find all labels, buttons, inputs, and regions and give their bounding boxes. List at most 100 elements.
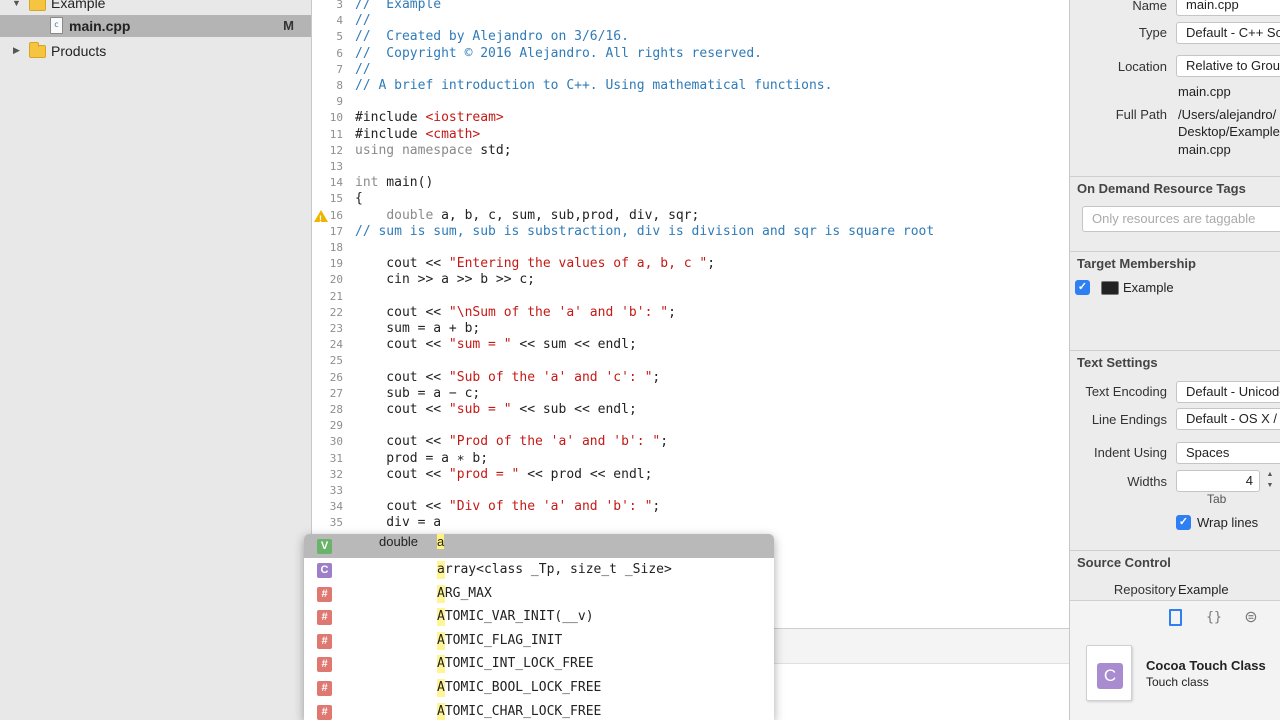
name-label: Name <box>1132 0 1167 13</box>
line-number: 22 <box>329 305 343 319</box>
target-checkbox[interactable]: ✓ <box>1075 280 1090 295</box>
completion-item-name: array<class _Tp, size_t _Size> <box>437 562 672 577</box>
macro-badge-icon: # <box>317 657 332 673</box>
code-line[interactable]: 10 #include <iostream> <box>313 110 1069 126</box>
target-membership-section-title: Target Membership <box>1070 251 1280 275</box>
code-completion-popup[interactable]: V double a Carray<class _Tp, size_t _Siz… <box>304 534 774 720</box>
class-badge-icon: C <box>317 563 332 578</box>
line-endings-popup[interactable]: Default - OS X / Unix (LF) <box>1176 408 1280 430</box>
project-navigator: ▼ Example main.cpp M ▶ Products <box>0 0 312 720</box>
code-line[interactable]: 33 <box>313 483 1069 499</box>
completion-header: V double a <box>304 534 774 558</box>
code-line[interactable]: 26 cout << "Sub of the 'a' and 'c': "; <box>313 370 1069 386</box>
completion-item[interactable]: # ATOMIC_CHAR_LOCK_FREE <box>304 700 774 720</box>
code-line[interactable]: 5 // Created by Alejandro on 3/6/16. <box>313 29 1069 45</box>
code-line[interactable]: 7 // <box>313 62 1069 78</box>
line-number: 21 <box>329 289 343 303</box>
location-popup[interactable]: Relative to Group <box>1176 55 1280 77</box>
code-line[interactable]: 16 double a, b, c, sum, sub,prod, div, s… <box>313 208 1069 227</box>
code-line[interactable]: 22 cout << "\nSum of the 'a' and 'b': "; <box>313 305 1069 321</box>
completion-item[interactable]: Carray<class _Tp, size_t _Size> <box>304 558 774 582</box>
code-text: prod = a ∗ b; <box>355 450 489 466</box>
nav-item-example-group[interactable]: ▼ Example <box>0 0 311 15</box>
completion-item-name: ATOMIC_CHAR_LOCK_FREE <box>437 703 602 719</box>
line-number: 8 <box>336 79 343 92</box>
code-text: // <box>355 13 371 29</box>
completion-item[interactable]: # ARG_MAX <box>304 582 774 606</box>
code-line[interactable]: 12 using namespace std; <box>313 143 1069 159</box>
line-number: 30 <box>329 435 343 449</box>
text-encoding-popup[interactable]: Default - Unicode (UTF-8) <box>1176 381 1280 403</box>
nav-item-products-group[interactable]: ▶ Products <box>0 40 311 62</box>
completion-item-name: ARG_MAX <box>437 585 492 601</box>
line-number: 14 <box>329 176 343 190</box>
line-number: 29 <box>329 419 343 433</box>
line-number: 34 <box>329 500 343 514</box>
class-badge-icon: C <box>1097 663 1123 689</box>
line-number: 9 <box>336 95 343 109</box>
wrap-lines-label: Wrap lines <box>1197 515 1259 530</box>
completion-item[interactable]: # ATOMIC_BOOL_LOCK_FREE <box>304 676 774 700</box>
code-line[interactable]: 21 <box>313 289 1069 305</box>
code-line[interactable]: 8 // A brief introduction to C++. Using m… <box>313 78 1069 94</box>
line-number: 32 <box>329 467 343 481</box>
code-line[interactable]: 19 cout << "Entering the values of a, b,… <box>313 256 1069 272</box>
code-line[interactable]: 6 // Copyright © 2016 Alejandro. All righ… <box>313 46 1069 62</box>
location-filename: main.cpp <box>1178 84 1231 99</box>
code-text: cout << "prod = " << prod << endl; <box>355 466 653 482</box>
file-inspector: Name main.cpp Type Default - C++ Source … <box>1069 0 1280 600</box>
wrap-lines-checkbox[interactable]: ✓ <box>1176 515 1191 530</box>
cocoa-touch-class-template-icon[interactable]: C <box>1086 645 1132 701</box>
code-line[interactable]: 18 <box>313 240 1069 256</box>
code-line[interactable]: 30 cout << "Prod of the 'a' and 'b': "; <box>313 434 1069 450</box>
completion-item[interactable]: # ATOMIC_FLAG_INIT <box>304 629 774 653</box>
line-number: 3 <box>336 0 343 11</box>
code-text: // <box>355 61 371 77</box>
resource-tags-field[interactable]: Only resources are taggable <box>1082 206 1280 232</box>
repository-value: Example <box>1178 582 1229 597</box>
tab-width-stepper[interactable]: ▲ ▼ <box>1263 469 1277 493</box>
warning-icon[interactable] <box>314 209 328 227</box>
disclosure-closed-icon[interactable]: ▶ <box>13 45 20 56</box>
code-line[interactable]: 34 cout << "Div of the 'a' and 'b': "; <box>313 499 1069 515</box>
file-template-library-tab[interactable] <box>1166 608 1186 628</box>
code-text: cout << "Sub of the 'a' and 'c': "; <box>355 369 661 385</box>
line-number: 35 <box>329 516 343 530</box>
object-library-tab[interactable]: ⊜ <box>1241 608 1261 628</box>
disclosure-open-icon[interactable]: ▼ <box>12 0 21 8</box>
code-line[interactable]: 3 // Example <box>313 0 1069 13</box>
target-name: Example <box>1123 280 1174 295</box>
code-line[interactable]: 32 cout << "prod = " << prod << endl; <box>313 467 1069 483</box>
code-line[interactable]: 15 { <box>313 191 1069 207</box>
code-line[interactable]: 31 prod = a ∗ b; <box>313 451 1069 467</box>
code-line[interactable]: 14 int main() <box>313 175 1069 191</box>
name-field[interactable]: main.cpp <box>1176 0 1280 16</box>
code-line[interactable]: 35 div = a <box>313 515 1069 531</box>
code-line[interactable]: 20 cin >> a >> b >> c; <box>313 272 1069 288</box>
code-line[interactable]: 24 cout << "sum = " << sum << endl; <box>313 337 1069 353</box>
code-text: cout << "Prod of the 'a' and 'b': "; <box>355 434 669 450</box>
code-snippet-library-tab[interactable]: {} <box>1204 608 1224 628</box>
indent-using-popup[interactable]: Spaces <box>1176 442 1280 464</box>
type-popup[interactable]: Default - C++ Source <box>1176 22 1280 44</box>
nav-item-main-cpp[interactable]: main.cpp M <box>0 15 311 37</box>
completion-item-name: ATOMIC_BOOL_LOCK_FREE <box>437 680 602 695</box>
code-text: // Created by Alejandro on 3/6/16. <box>355 29 629 45</box>
indent-using-label: Indent Using <box>1094 445 1167 460</box>
code-line[interactable]: 13 <box>313 159 1069 175</box>
widths-label: Widths <box>1127 474 1167 489</box>
code-line[interactable]: 25 <box>313 353 1069 369</box>
completion-item[interactable]: # ATOMIC_VAR_INIT(__v) <box>304 605 774 629</box>
code-text: sub = a − c; <box>355 385 481 401</box>
code-line[interactable]: 4 // <box>313 13 1069 29</box>
completion-item[interactable]: # ATOMIC_INT_LOCK_FREE <box>304 652 774 676</box>
code-line[interactable]: 9 <box>313 94 1069 110</box>
code-line[interactable]: 11 #include <cmath> <box>313 127 1069 143</box>
code-line[interactable]: 27 sub = a − c; <box>313 386 1069 402</box>
tab-width-field[interactable]: 4 <box>1176 470 1260 492</box>
line-endings-label: Line Endings <box>1091 412 1167 427</box>
code-line[interactable]: 17 // sum is sum, sub is substraction, di… <box>313 224 1069 240</box>
code-line[interactable]: 29 <box>313 418 1069 434</box>
code-line[interactable]: 23 sum = a + b; <box>313 321 1069 337</box>
code-line[interactable]: 28 cout << "sub = " << sub << endl; <box>313 402 1069 418</box>
